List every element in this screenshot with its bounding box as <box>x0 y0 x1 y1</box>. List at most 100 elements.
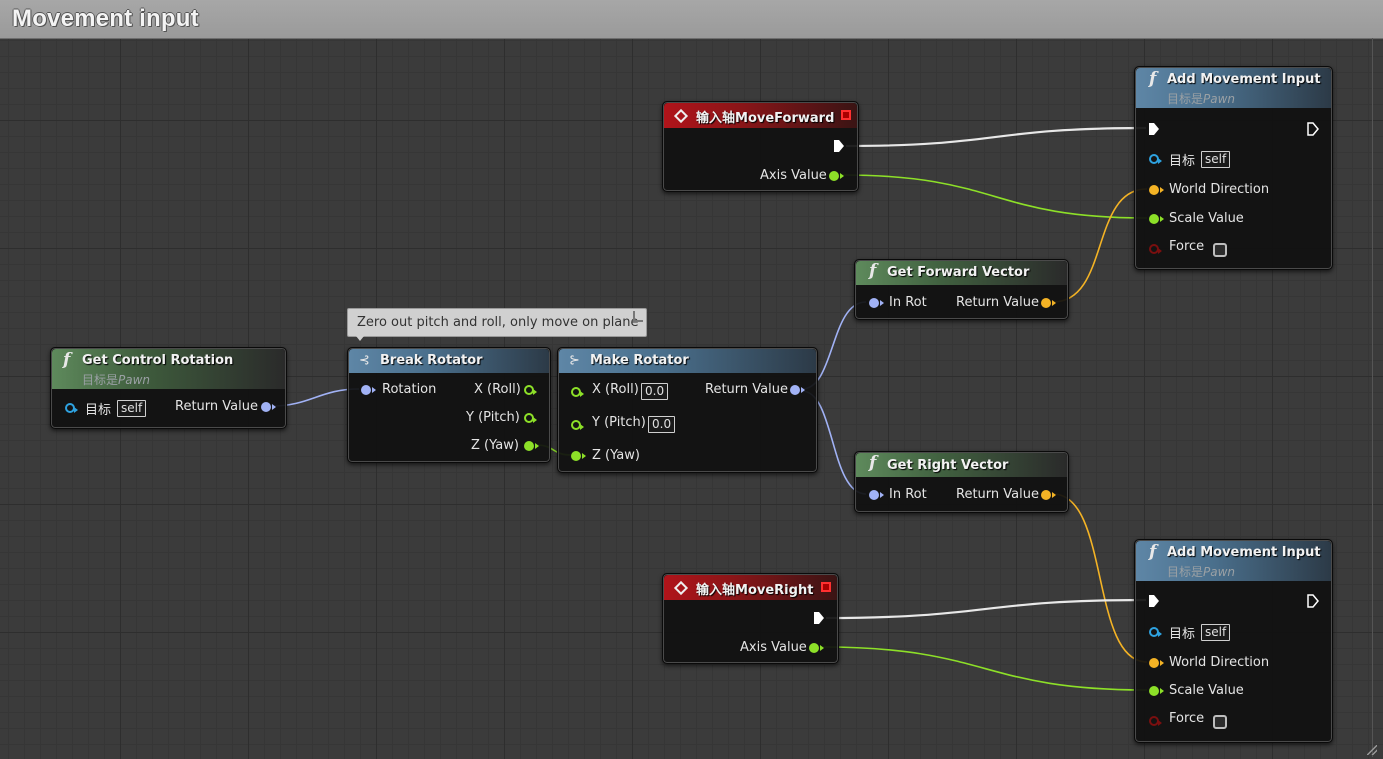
z-yaw-output-pin[interactable] <box>524 441 539 451</box>
node-get-right-vector[interactable]: f Get Right Vector In Rot Return Value <box>854 451 1069 513</box>
force-checkbox[interactable] <box>1213 715 1227 729</box>
node-comment-bubble[interactable]: Zero out pitch and roll, only move on pl… <box>347 308 647 341</box>
x-roll-output-pin[interactable] <box>524 385 537 395</box>
target-label: 目标 <box>85 403 112 418</box>
delegate-stop-icon[interactable] <box>841 110 851 120</box>
wire-right-axis-to-scale[interactable] <box>821 646 1148 691</box>
exec-out-pin[interactable] <box>813 611 825 625</box>
y-pitch-input-label: Y (Pitch) <box>592 415 646 430</box>
node-comment-text: Zero out pitch and roll, only move on pl… <box>357 315 639 330</box>
function-icon: f <box>63 350 71 370</box>
force-pin[interactable] <box>1149 244 1162 254</box>
scale-value-label: Scale Value <box>1169 211 1244 226</box>
node-make-rotator[interactable]: ⊱ Make Rotator X (Roll) 0.0 Y (Pitch) 0.… <box>557 347 818 473</box>
exec-out-pin[interactable] <box>833 139 845 153</box>
z-yaw-input-pin[interactable] <box>571 451 586 461</box>
comment-tail <box>356 336 364 341</box>
function-icon: f <box>869 261 877 281</box>
wire-exec-right[interactable] <box>825 598 1147 620</box>
return-value-pin[interactable] <box>790 385 805 395</box>
wire-forward-axis-to-scale[interactable] <box>841 174 1148 219</box>
force-checkbox[interactable] <box>1213 243 1227 257</box>
node-break-rotator[interactable]: ⊰ Break Rotator Rotation X (Roll) Y (Pit… <box>347 347 551 463</box>
axis-value-label: Axis Value <box>740 640 807 655</box>
target-label: 目标 <box>1169 627 1196 642</box>
node-title: Get Forward Vector <box>887 265 1030 280</box>
node-title: Make Rotator <box>590 353 689 368</box>
node-add-movement-input-right[interactable]: f Add Movement Input 目标是Pawn 目标 self Wor… <box>1134 539 1333 743</box>
break-struct-icon: ⊰ <box>359 353 370 368</box>
node-subtitle: 目标是Pawn <box>1167 92 1236 106</box>
x-roll-input-field[interactable]: 0.0 <box>641 383 669 400</box>
y-pitch-output-label: Y (Pitch) <box>466 410 520 425</box>
return-value-pin[interactable] <box>1041 490 1056 500</box>
node-title: Get Control Rotation <box>82 353 234 368</box>
world-direction-label: World Direction <box>1169 182 1270 197</box>
return-value-label: Return Value <box>956 295 1039 310</box>
function-icon: f <box>869 453 877 473</box>
force-pin[interactable] <box>1149 716 1162 726</box>
pin-comment-icon[interactable] <box>633 311 643 322</box>
world-direction-pin[interactable] <box>1149 658 1164 668</box>
in-rot-label: In Rot <box>889 487 927 502</box>
return-value-label: Return Value <box>956 487 1039 502</box>
node-add-movement-input-forward[interactable]: f Add Movement Input 目标是Pawn 目标 self Wor… <box>1134 66 1333 270</box>
node-input-axis-move-forward[interactable]: 输入轴MoveForward Axis Value <box>662 101 859 192</box>
comment-resize-grip-icon[interactable] <box>1367 745 1377 755</box>
target-pin[interactable] <box>65 403 78 413</box>
node-title: 输入轴MoveForward <box>696 111 835 126</box>
in-rot-pin[interactable] <box>869 490 884 500</box>
node-subtitle: 目标是Pawn <box>82 373 151 387</box>
function-icon: f <box>1149 542 1157 562</box>
wire-exec-forward[interactable] <box>845 126 1147 148</box>
return-value-label: Return Value <box>175 399 258 414</box>
node-get-control-rotation[interactable]: f Get Control Rotation 目标是Pawn 目标 self R… <box>50 347 287 429</box>
return-value-pin[interactable] <box>1041 298 1056 308</box>
exec-in-pin[interactable] <box>1148 122 1160 136</box>
node-title: 输入轴MoveRight <box>696 583 814 598</box>
make-struct-icon: ⊱ <box>569 353 580 368</box>
exec-out-pin[interactable] <box>1307 594 1319 608</box>
target-self-field[interactable]: self <box>1201 624 1231 641</box>
node-title: Add Movement Input <box>1167 72 1321 87</box>
world-direction-label: World Direction <box>1169 655 1270 670</box>
target-pin[interactable] <box>1149 154 1162 164</box>
in-rot-label: In Rot <box>889 295 927 310</box>
scale-value-pin[interactable] <box>1149 686 1164 696</box>
node-get-forward-vector[interactable]: f Get Forward Vector In Rot Return Value <box>854 259 1069 320</box>
node-input-axis-move-right[interactable]: 输入轴MoveRight Axis Value <box>662 573 839 664</box>
force-label: Force <box>1169 239 1205 254</box>
exec-in-pin[interactable] <box>1148 594 1160 608</box>
y-pitch-output-pin[interactable] <box>524 413 537 423</box>
axis-value-pin[interactable] <box>829 171 844 181</box>
exec-out-pin[interactable] <box>1307 122 1319 136</box>
target-pin[interactable] <box>1149 627 1162 637</box>
function-icon: f <box>1149 69 1157 89</box>
return-value-pin[interactable] <box>261 402 276 412</box>
in-rot-pin[interactable] <box>869 298 884 308</box>
y-pitch-input-pin[interactable] <box>571 420 584 430</box>
axis-value-pin[interactable] <box>809 643 824 653</box>
wire-right-vector-to-direction[interactable] <box>1052 493 1148 663</box>
node-title: Get Right Vector <box>887 458 1009 473</box>
scale-value-label: Scale Value <box>1169 683 1244 698</box>
rotation-pin[interactable] <box>361 385 376 395</box>
rotation-label: Rotation <box>382 382 437 397</box>
world-direction-pin[interactable] <box>1149 185 1164 195</box>
return-value-label: Return Value <box>705 382 788 397</box>
scale-value-pin[interactable] <box>1149 214 1164 224</box>
x-roll-input-pin[interactable] <box>571 387 584 397</box>
node-title: Break Rotator <box>380 353 483 368</box>
target-label: 目标 <box>1169 154 1196 169</box>
target-self-field[interactable]: self <box>117 400 147 417</box>
x-roll-input-label: X (Roll) <box>592 382 639 397</box>
node-subtitle: 目标是Pawn <box>1167 565 1236 579</box>
force-label: Force <box>1169 711 1205 726</box>
delegate-stop-icon[interactable] <box>821 582 831 592</box>
node-title: Add Movement Input <box>1167 545 1321 560</box>
axis-value-label: Axis Value <box>760 168 827 183</box>
target-self-field[interactable]: self <box>1201 151 1231 168</box>
z-yaw-input-label: Z (Yaw) <box>592 448 640 463</box>
z-yaw-output-label: Z (Yaw) <box>471 438 519 453</box>
y-pitch-input-field[interactable]: 0.0 <box>648 416 676 433</box>
